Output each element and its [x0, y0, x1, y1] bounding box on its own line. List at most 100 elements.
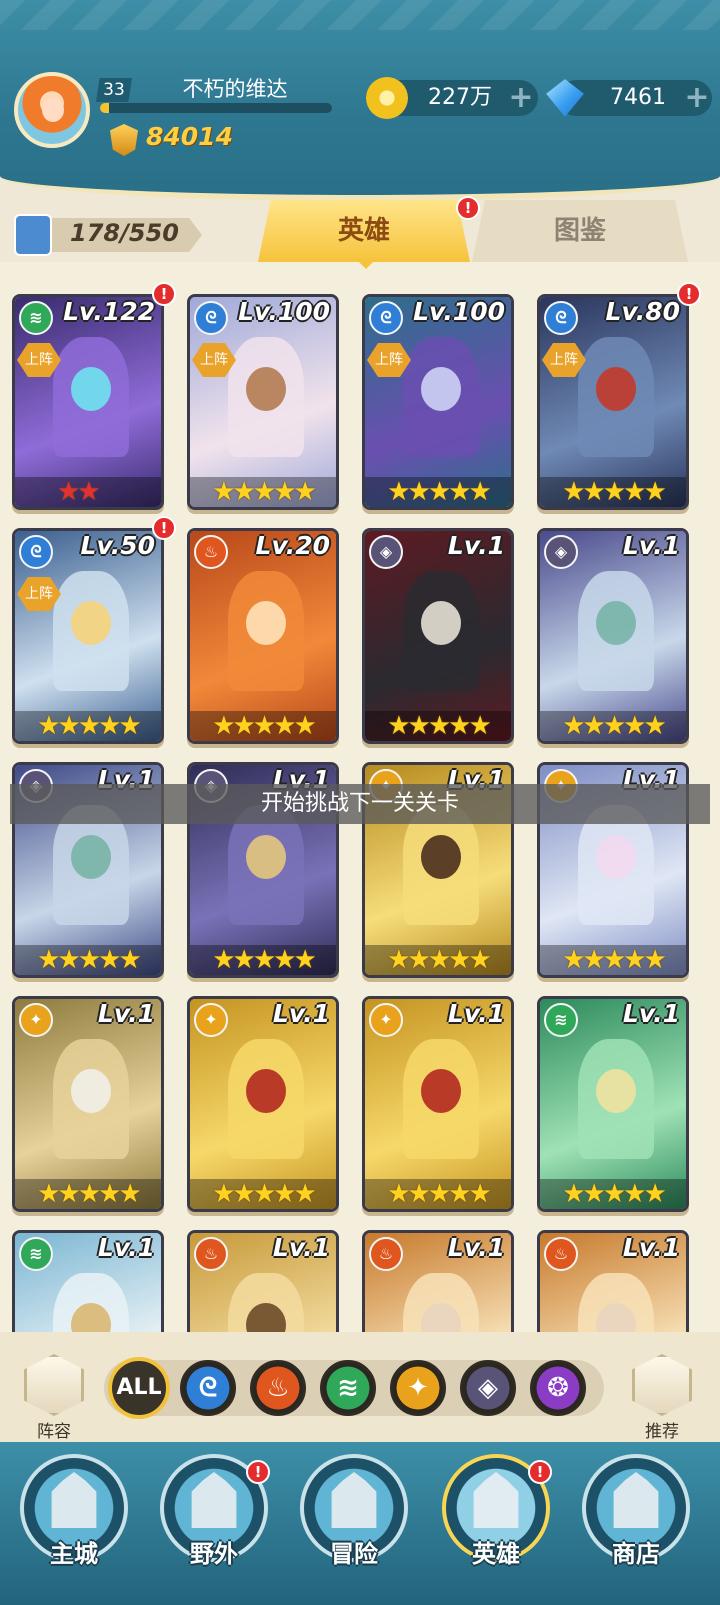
filter-arcane-icon[interactable]: ❂ — [530, 1360, 586, 1416]
hero-card[interactable]: ᘓ Lv.100 上阵 ★★★★★ — [187, 294, 339, 510]
hero-level: Lv.100 — [413, 297, 505, 326]
star-rating: ★★★★★ — [190, 1179, 336, 1209]
hero-cards-icon — [14, 214, 52, 256]
hero-card[interactable]: ◈ Lv.1 ★★★★★ — [362, 528, 514, 744]
hero-face — [421, 367, 461, 411]
filter-dark-icon[interactable]: ◈ — [460, 1360, 516, 1416]
hero-face — [421, 601, 461, 645]
exp-bar-fill — [100, 103, 110, 113]
wind-element-icon: ≋ — [19, 301, 53, 335]
hero-card[interactable]: ✦ Lv.1 ★★★★★ — [12, 996, 164, 1212]
nav-label: 主城 — [50, 1540, 98, 1568]
gold-coin-icon — [366, 77, 408, 119]
hero-face — [71, 835, 111, 879]
hero-face — [246, 835, 286, 879]
hero-level: Lv.1 — [622, 531, 680, 560]
power-value: 84014 — [146, 122, 233, 151]
star-rating: ★★★★★ — [365, 1179, 511, 1209]
light-element-icon: ✦ — [369, 1003, 403, 1037]
player-avatar[interactable] — [14, 72, 90, 148]
add-gem-button[interactable]: + — [684, 83, 710, 113]
recommend-label: 推荐 — [645, 1422, 679, 1442]
hero-level: Lv.1 — [447, 1233, 505, 1262]
hero-face — [596, 367, 636, 411]
hero-card[interactable]: ♨ Lv.1 — [362, 1230, 514, 1332]
wind-element-icon: ≋ — [544, 1003, 578, 1037]
hero-face — [421, 1069, 461, 1113]
nav-label: 商店 — [612, 1540, 660, 1568]
knight-helmet-icon — [473, 1472, 519, 1528]
light-element-icon: ✦ — [194, 1003, 228, 1037]
collection-count-text: 178/550 — [70, 219, 179, 247]
star-rating: ★★ — [15, 477, 161, 507]
star-rating: ★★★★★ — [365, 711, 511, 741]
lineup-label: 阵容 — [37, 1422, 71, 1442]
hero-level: Lv.100 — [238, 297, 330, 326]
dark-element-icon: ◈ — [369, 535, 403, 569]
hero-level: Lv.1 — [447, 999, 505, 1028]
filter-light-icon[interactable]: ✦ — [390, 1360, 446, 1416]
star-rating: ★★★★★ — [365, 477, 511, 507]
tab-heroes[interactable]: 英雄 — [258, 200, 470, 262]
gold-value: 227万 — [428, 85, 492, 110]
hero-face — [246, 367, 286, 411]
hero-card[interactable]: ≋ Lv.122 上阵 ★★ — [12, 294, 164, 510]
filter-fire-icon[interactable]: ♨ — [250, 1360, 306, 1416]
exp-bar — [100, 103, 332, 113]
dark-element-icon: ◈ — [544, 535, 578, 569]
hero-card[interactable]: ≋ Lv.1 ★★★★★ — [537, 996, 689, 1212]
hero-level: Lv.1 — [447, 531, 505, 560]
hero-card[interactable]: ᘓ Lv.50 上阵 ★★★★★ — [12, 528, 164, 744]
tab-heroes-alert-icon: ! — [456, 196, 480, 220]
fire-element-icon: ♨ — [194, 1237, 228, 1271]
filter-all-button[interactable]: ALL — [108, 1357, 170, 1419]
hero-level: Lv.20 — [255, 531, 330, 560]
star-rating: ★★★★★ — [540, 711, 686, 741]
star-rating: ★★★★★ — [540, 945, 686, 975]
hero-card[interactable]: ♨ Lv.20 ★★★★★ — [187, 528, 339, 744]
hero-level: Lv.1 — [97, 1233, 155, 1262]
hero-card[interactable]: ≋ Lv.1 — [12, 1230, 164, 1332]
star-rating: ★★★★★ — [190, 711, 336, 741]
hero-face — [246, 601, 286, 645]
add-gold-button[interactable]: + — [508, 83, 534, 113]
hero-card[interactable]: ♨ Lv.1 — [537, 1230, 689, 1332]
header-pattern — [0, 0, 720, 30]
hero-face — [71, 367, 111, 411]
nav-label: 野外 — [190, 1540, 238, 1568]
filter-water-icon[interactable]: ᘓ — [180, 1360, 236, 1416]
star-rating: ★★★★★ — [15, 711, 161, 741]
star-rating: ★★★★★ — [540, 477, 686, 507]
fire-element-icon: ♨ — [194, 535, 228, 569]
hero-level: Lv.1 — [622, 1233, 680, 1262]
hero-card[interactable]: ◈ Lv.1 ★★★★★ — [537, 528, 689, 744]
hero-card[interactable]: ♨ Lv.1 — [187, 1230, 339, 1332]
portal-icon — [191, 1472, 237, 1528]
hero-card[interactable]: ✦ Lv.1 ★★★★★ — [187, 996, 339, 1212]
star-rating: ★★★★★ — [190, 477, 336, 507]
nav-label: 英雄 — [472, 1540, 520, 1568]
nav-alert-icon: ! — [528, 1460, 552, 1484]
hero-face — [596, 835, 636, 879]
hero-card[interactable]: ✦ Lv.1 ★★★★★ — [362, 996, 514, 1212]
hero-level: Lv.80 — [605, 297, 680, 326]
hero-face — [596, 601, 636, 645]
nav-label: 冒险 — [330, 1540, 378, 1568]
hero-card[interactable]: ᘓ Lv.80 上阵 ★★★★★ — [537, 294, 689, 510]
hero-level: Lv.1 — [622, 999, 680, 1028]
player-name: 不朽的维达 — [182, 77, 288, 101]
hero-level: Lv.1 — [272, 999, 330, 1028]
star-rating: ★★★★★ — [15, 945, 161, 975]
tab-codex[interactable]: 图鉴 — [472, 200, 688, 262]
avatar-face — [42, 98, 64, 122]
player-level-badge: 33 — [96, 78, 132, 102]
filter-wind-icon[interactable]: ≋ — [320, 1360, 376, 1416]
hero-collection-count: 178/550 — [14, 214, 202, 256]
star-rating: ★★★★★ — [365, 945, 511, 975]
water-element-icon: ᘓ — [369, 301, 403, 335]
hero-alert-icon: ! — [152, 282, 176, 306]
star-rating: ★★★★★ — [15, 1179, 161, 1209]
fire-element-icon: ♨ — [544, 1237, 578, 1271]
hero-card[interactable]: ᘓ Lv.100 上阵 ★★★★★ — [362, 294, 514, 510]
star-rating: ★★★★★ — [190, 945, 336, 975]
